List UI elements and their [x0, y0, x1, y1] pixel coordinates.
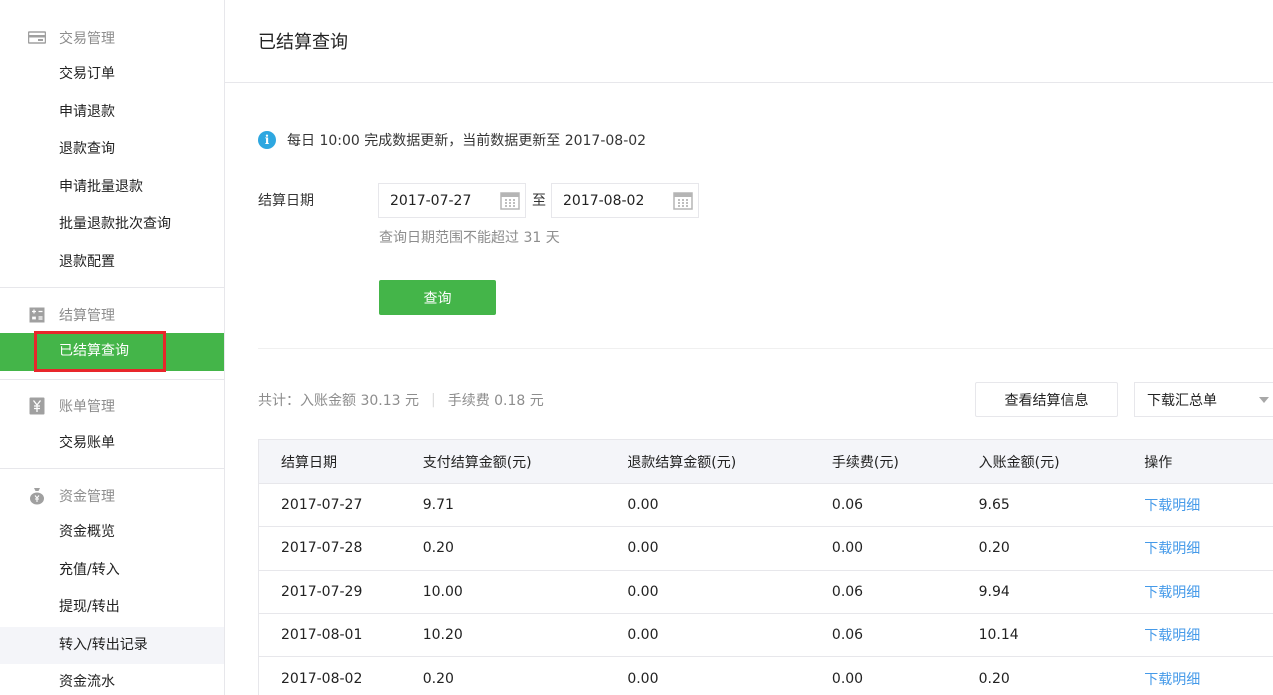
- table-header: 结算日期 支付结算金额(元) 退款结算金额(元) 手续费(元) 入账金额(元) …: [259, 440, 1273, 484]
- sidebar-item-withdraw[interactable]: 提现/转出: [0, 589, 224, 627]
- table-row: 2017-08-01 10.20 0.00 0.06 10.14 下载明细: [259, 614, 1273, 658]
- header-action: 操作: [1144, 454, 1173, 471]
- cell-date: 2017-07-27: [281, 497, 363, 514]
- cell-date: 2017-07-29: [281, 583, 363, 600]
- cell-pay-amount: 10.00: [422, 583, 463, 600]
- table-row: 2017-08-02 0.20 0.00 0.00 0.20 下载明细: [259, 657, 1273, 695]
- sidebar-item-transfer-records[interactable]: 转入/转出记录: [0, 626, 224, 664]
- cell-pay-amount: 9.71: [422, 497, 454, 514]
- nav-group-title-transaction: 交易管理: [0, 19, 224, 56]
- cell-fee: 0.06: [831, 583, 864, 600]
- cell-fee: 0.06: [831, 497, 864, 514]
- nav-group-title-bill: 账单管理: [0, 388, 224, 425]
- cell-fee: 0.00: [831, 540, 864, 557]
- start-date-value: 2017-07-27: [390, 192, 472, 209]
- query-button[interactable]: 查询: [379, 280, 496, 315]
- cell-pay-amount: 0.20: [422, 540, 454, 557]
- end-date-value: 2017-08-02: [563, 192, 645, 209]
- section-divider: [258, 348, 1273, 349]
- table-row: 2017-07-28 0.20 0.00 0.00 0.20 下载明细: [259, 527, 1273, 571]
- main-content: 已结算查询 i 每日 10:00 完成数据更新，当前数据更新至 2017-08-…: [225, 0, 1273, 695]
- summary-income: 共计：入账金额 30.13 元: [258, 393, 419, 409]
- cell-refund-amount: 0.00: [627, 540, 659, 557]
- date-label: 结算日期: [258, 193, 314, 209]
- calendar-icon[interactable]: [673, 191, 693, 210]
- header-refund-amount: 退款结算金额(元): [627, 454, 737, 471]
- sidebar-item-recharge[interactable]: 充值/转入: [0, 552, 224, 590]
- cell-income: 9.65: [978, 497, 1010, 514]
- cell-refund-amount: 0.00: [627, 583, 659, 600]
- start-date-picker[interactable]: 2017-07-27: [378, 183, 526, 218]
- nav-group-title-funds: 资金管理: [0, 477, 224, 514]
- chevron-down-icon: [1259, 397, 1269, 403]
- nav-group-funds: 资金管理 资金概览 充值/转入 提现/转出 转入/转出记录 资金流水: [0, 469, 224, 695]
- view-settlement-button[interactable]: 查看结算信息: [975, 382, 1118, 417]
- table-row: 2017-07-27 9.71 0.00 0.06 9.65 下载明细: [259, 484, 1273, 528]
- end-date-picker[interactable]: 2017-08-02: [551, 183, 699, 218]
- cell-income: 0.20: [978, 540, 1010, 557]
- sidebar-item-refund-query[interactable]: 退款查询: [0, 131, 224, 169]
- sidebar-item-funds-overview[interactable]: 资金概览: [0, 514, 224, 552]
- summary: 共计：入账金额 30.13 元 | 手续费 0.18 元: [258, 390, 544, 410]
- header-fee: 手续费(元): [831, 454, 899, 471]
- info-icon: i: [258, 131, 276, 149]
- money-bag-icon: [28, 487, 46, 504]
- cell-income: 9.94: [978, 583, 1010, 600]
- header-pay-amount: 支付结算金额(元): [422, 454, 532, 471]
- card-icon: [28, 30, 46, 46]
- date-range-hint: 查询日期范围不能超过 31 天: [379, 230, 560, 246]
- notice-text: 每日 10:00 完成数据更新，当前数据更新至 2017-08-02: [287, 133, 647, 149]
- download-detail-link[interactable]: 下载明细: [1144, 582, 1273, 602]
- cell-pay-amount: 10.20: [422, 627, 463, 644]
- header-income: 入账金额(元): [978, 454, 1060, 471]
- cell-refund-amount: 0.00: [627, 670, 659, 687]
- table-row: 2017-07-29 10.00 0.00 0.06 9.94 下载明细: [259, 571, 1273, 614]
- download-detail-link[interactable]: 下载明细: [1144, 538, 1273, 558]
- date-separator: 至: [532, 193, 546, 209]
- nav-group-title-settlement: 结算管理: [0, 296, 224, 333]
- update-notice: i 每日 10:00 完成数据更新，当前数据更新至 2017-08-02: [258, 130, 646, 150]
- cell-date: 2017-08-02: [281, 670, 363, 687]
- download-detail-link[interactable]: 下载明细: [1144, 669, 1273, 689]
- cell-fee: 0.00: [831, 670, 864, 687]
- download-summary-select[interactable]: 下载汇总单: [1134, 382, 1273, 417]
- sidebar-item-refund-config[interactable]: 退款配置: [0, 244, 224, 282]
- sidebar-item-trade-bill[interactable]: 交易账单: [0, 425, 224, 463]
- yen-icon: [28, 397, 46, 415]
- nav-group-bill: 账单管理 交易账单: [0, 380, 224, 469]
- calendar-icon[interactable]: [500, 191, 520, 210]
- cell-income: 10.14: [978, 627, 1019, 644]
- cell-pay-amount: 0.20: [422, 670, 454, 687]
- page-title: 已结算查询: [258, 32, 348, 53]
- sidebar-item-apply-refund[interactable]: 申请退款: [0, 94, 224, 132]
- calculator-icon: [28, 307, 46, 323]
- highlight-box: [34, 331, 166, 372]
- header-date: 结算日期: [281, 454, 337, 471]
- sidebar-item-batch-refund[interactable]: 申请批量退款: [0, 169, 224, 207]
- summary-divider: |: [430, 392, 436, 408]
- page-header: 已结算查询: [225, 0, 1273, 83]
- sidebar-item-funds-flow[interactable]: 资金流水: [0, 664, 224, 695]
- cell-refund-amount: 0.00: [627, 497, 659, 514]
- download-summary-label: 下载汇总单: [1147, 392, 1217, 409]
- nav-group-transaction: 交易管理 交易订单 申请退款 退款查询 申请批量退款 批量退款批次查询 退款配置: [0, 0, 224, 288]
- sidebar-item-orders[interactable]: 交易订单: [0, 56, 224, 94]
- sidebar-item-batch-refund-query[interactable]: 批量退款批次查询: [0, 206, 224, 244]
- cell-income: 0.20: [978, 670, 1010, 687]
- download-detail-link[interactable]: 下载明细: [1144, 495, 1273, 515]
- cell-refund-amount: 0.00: [627, 627, 659, 644]
- download-detail-link[interactable]: 下载明细: [1144, 625, 1273, 645]
- cell-date: 2017-08-01: [281, 627, 363, 644]
- summary-fee: 手续费 0.18 元: [447, 393, 544, 409]
- cell-fee: 0.06: [831, 627, 864, 644]
- cell-date: 2017-07-28: [281, 540, 363, 557]
- settlement-table: 结算日期 支付结算金额(元) 退款结算金额(元) 手续费(元) 入账金额(元) …: [258, 439, 1273, 695]
